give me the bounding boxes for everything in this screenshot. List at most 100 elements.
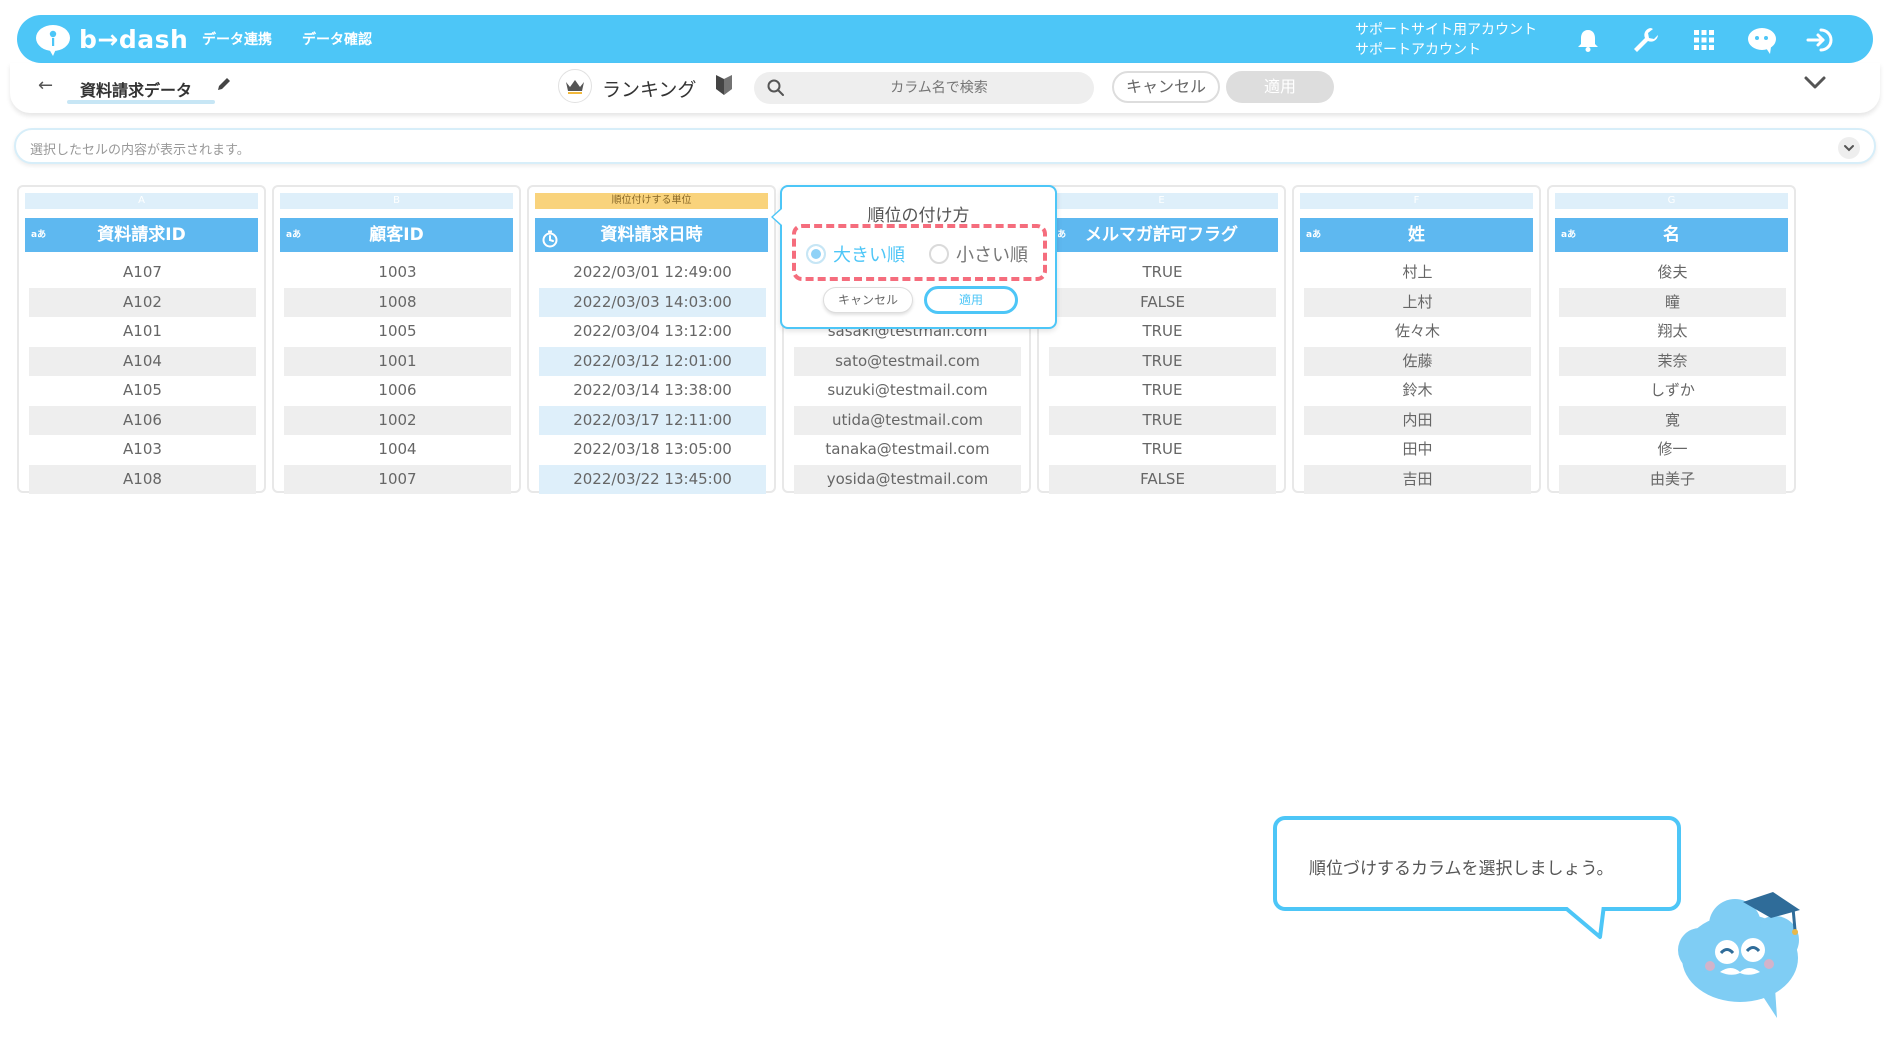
table-cell[interactable]: TRUE <box>1049 258 1276 288</box>
mascot-help-icon[interactable] <box>1746 24 1778 56</box>
sub-header: ← 資料請求データ ランキング キャンセル 適用 <box>10 63 1880 113</box>
nav-data-check[interactable]: データ確認 <box>302 29 372 49</box>
table-cell[interactable]: 1005 <box>284 317 511 347</box>
type-text-icon: aあ <box>286 230 302 240</box>
table-cell[interactable]: 瞳 <box>1559 287 1786 317</box>
column-header[interactable]: aあ メルマガ許可フラグ <box>1045 218 1278 252</box>
column-letter: G <box>1555 193 1788 209</box>
beginner-mark-icon[interactable] <box>715 73 733 101</box>
table-cell[interactable]: A104 <box>29 346 256 376</box>
table-cell[interactable]: 2022/03/04 13:12:00 <box>539 317 766 347</box>
table-cell[interactable]: 茉奈 <box>1559 346 1786 376</box>
table-cell[interactable]: tanaka@testmail.com <box>794 435 1021 465</box>
table-cell[interactable]: 1001 <box>284 346 511 376</box>
pencil-icon[interactable] <box>216 76 232 96</box>
radio-ascending-label: 小さい順 <box>956 245 1028 266</box>
table-cell[interactable]: TRUE <box>1049 376 1276 406</box>
table-cell[interactable]: utida@testmail.com <box>794 405 1021 435</box>
table-cell[interactable]: 2022/03/12 12:01:00 <box>539 346 766 376</box>
radio-ascending[interactable]: 小さい順 <box>929 241 1028 267</box>
table-cell[interactable]: 2022/03/01 12:49:00 <box>539 258 766 288</box>
chevron-down-icon[interactable] <box>1803 75 1827 95</box>
column-header[interactable]: aあ 顧客ID <box>280 218 513 252</box>
table-cell[interactable]: 俊夫 <box>1559 258 1786 288</box>
table-cell[interactable]: 1002 <box>284 405 511 435</box>
table-cell[interactable]: 2022/03/14 13:38:00 <box>539 376 766 406</box>
table-cell[interactable]: 1003 <box>284 258 511 288</box>
table-cell[interactable]: 吉田 <box>1304 464 1531 494</box>
table-cell[interactable]: 1004 <box>284 435 511 465</box>
popup-apply-button[interactable]: 適用 <box>924 286 1018 314</box>
column-header[interactable]: aあ 資料請求ID <box>25 218 258 252</box>
column-c-ranking-unit[interactable]: 順位付けする単位 資料請求日時 2022/03/01 12:49:00 2022… <box>527 185 776 494</box>
logout-icon[interactable] <box>1804 24 1836 56</box>
column-header[interactable]: 資料請求日時 <box>535 218 768 252</box>
app-logo[interactable]: b→dash <box>35 23 188 56</box>
search-input[interactable] <box>794 72 1084 104</box>
table-cell[interactable]: TRUE <box>1049 435 1276 465</box>
bell-icon[interactable] <box>1572 24 1604 56</box>
table-cell[interactable]: A101 <box>29 317 256 347</box>
expand-chevron-icon[interactable] <box>1838 137 1860 159</box>
column-search[interactable] <box>754 72 1094 104</box>
back-arrow-icon[interactable]: ← <box>38 75 53 96</box>
table-cell[interactable]: A105 <box>29 376 256 406</box>
table-cell[interactable]: 内田 <box>1304 405 1531 435</box>
table-cell[interactable]: suzuki@testmail.com <box>794 376 1021 406</box>
table-cell[interactable]: 鈴木 <box>1304 376 1531 406</box>
table-cell[interactable]: 田中 <box>1304 435 1531 465</box>
column-letter: B <box>280 193 513 209</box>
column-f[interactable]: F aあ 姓 村上 上村 佐々木 佐藤 鈴木 内田 田中 吉田 <box>1292 185 1541 494</box>
table-cell[interactable]: 上村 <box>1304 287 1531 317</box>
table-cell[interactable]: TRUE <box>1049 346 1276 376</box>
table-cell[interactable]: 佐々木 <box>1304 317 1531 347</box>
table-cell[interactable]: TRUE <box>1049 317 1276 347</box>
table-cell[interactable]: 2022/03/17 12:11:00 <box>539 405 766 435</box>
radio-unselected-icon[interactable] <box>929 244 949 264</box>
table-cell[interactable]: A107 <box>29 258 256 288</box>
table-cell[interactable]: A108 <box>29 464 256 494</box>
table-cell[interactable]: 村上 <box>1304 258 1531 288</box>
column-header-label: 顧客ID <box>369 225 424 245</box>
table-cell[interactable]: しずか <box>1559 376 1786 406</box>
top-navigation-bar: b→dash データ連携 データ確認 サポートサイト用アカウント サポートアカウ… <box>17 15 1873 63</box>
radio-selected-icon[interactable] <box>806 244 826 264</box>
table-cell[interactable]: yosida@testmail.com <box>794 464 1021 494</box>
table-cell[interactable]: A102 <box>29 287 256 317</box>
table-cell[interactable]: 1008 <box>284 287 511 317</box>
table-cell[interactable]: 2022/03/18 13:05:00 <box>539 435 766 465</box>
table-cell[interactable]: 1006 <box>284 376 511 406</box>
radio-descending-label: 大きい順 <box>833 245 905 266</box>
table-cell[interactable]: FALSE <box>1049 287 1276 317</box>
table-cell[interactable]: 由美子 <box>1559 464 1786 494</box>
table-cell[interactable]: 翔太 <box>1559 317 1786 347</box>
wrench-icon[interactable] <box>1630 24 1662 56</box>
apply-button[interactable]: 適用 <box>1226 71 1334 103</box>
radio-descending[interactable]: 大きい順 <box>806 241 905 267</box>
account-info[interactable]: サポートサイト用アカウント サポートアカウント <box>1355 20 1537 60</box>
column-header[interactable]: aあ 名 <box>1555 218 1788 252</box>
apps-grid-icon[interactable] <box>1688 24 1720 56</box>
table-cell[interactable]: 1007 <box>284 464 511 494</box>
table-cell[interactable]: sato@testmail.com <box>794 346 1021 376</box>
table-cell[interactable]: 修一 <box>1559 435 1786 465</box>
table-cell[interactable]: FALSE <box>1049 464 1276 494</box>
table-cell[interactable]: 2022/03/03 14:03:00 <box>539 287 766 317</box>
column-g[interactable]: G aあ 名 俊夫 瞳 翔太 茉奈 しずか 寛 修一 由美子 <box>1547 185 1796 494</box>
table-cell[interactable]: 寛 <box>1559 405 1786 435</box>
column-e[interactable]: E aあ メルマガ許可フラグ TRUE FALSE TRUE TRUE TRUE… <box>1037 185 1286 494</box>
popup-cancel-button[interactable]: キャンセル <box>823 287 913 313</box>
table-cell[interactable]: A103 <box>29 435 256 465</box>
column-b[interactable]: B aあ 顧客ID 1003 1008 1005 1001 1006 1002 … <box>272 185 521 494</box>
cell-content-bar[interactable]: 選択したセルの内容が表示されます。 <box>14 128 1876 164</box>
column-a[interactable]: A aあ 資料請求ID A107 A102 A101 A104 A105 A10… <box>17 185 266 494</box>
cancel-button[interactable]: キャンセル <box>1112 71 1220 103</box>
table-cell[interactable]: 2022/03/22 13:45:00 <box>539 464 766 494</box>
column-cells: 2022/03/01 12:49:00 2022/03/03 14:03:00 … <box>539 258 766 494</box>
table-cell[interactable]: TRUE <box>1049 405 1276 435</box>
table-cell[interactable]: A106 <box>29 405 256 435</box>
table-cell[interactable]: 佐藤 <box>1304 346 1531 376</box>
nav-data-integration[interactable]: データ連携 <box>202 29 272 49</box>
column-header[interactable]: aあ 姓 <box>1300 218 1533 252</box>
logo-mark-icon <box>35 23 73 56</box>
